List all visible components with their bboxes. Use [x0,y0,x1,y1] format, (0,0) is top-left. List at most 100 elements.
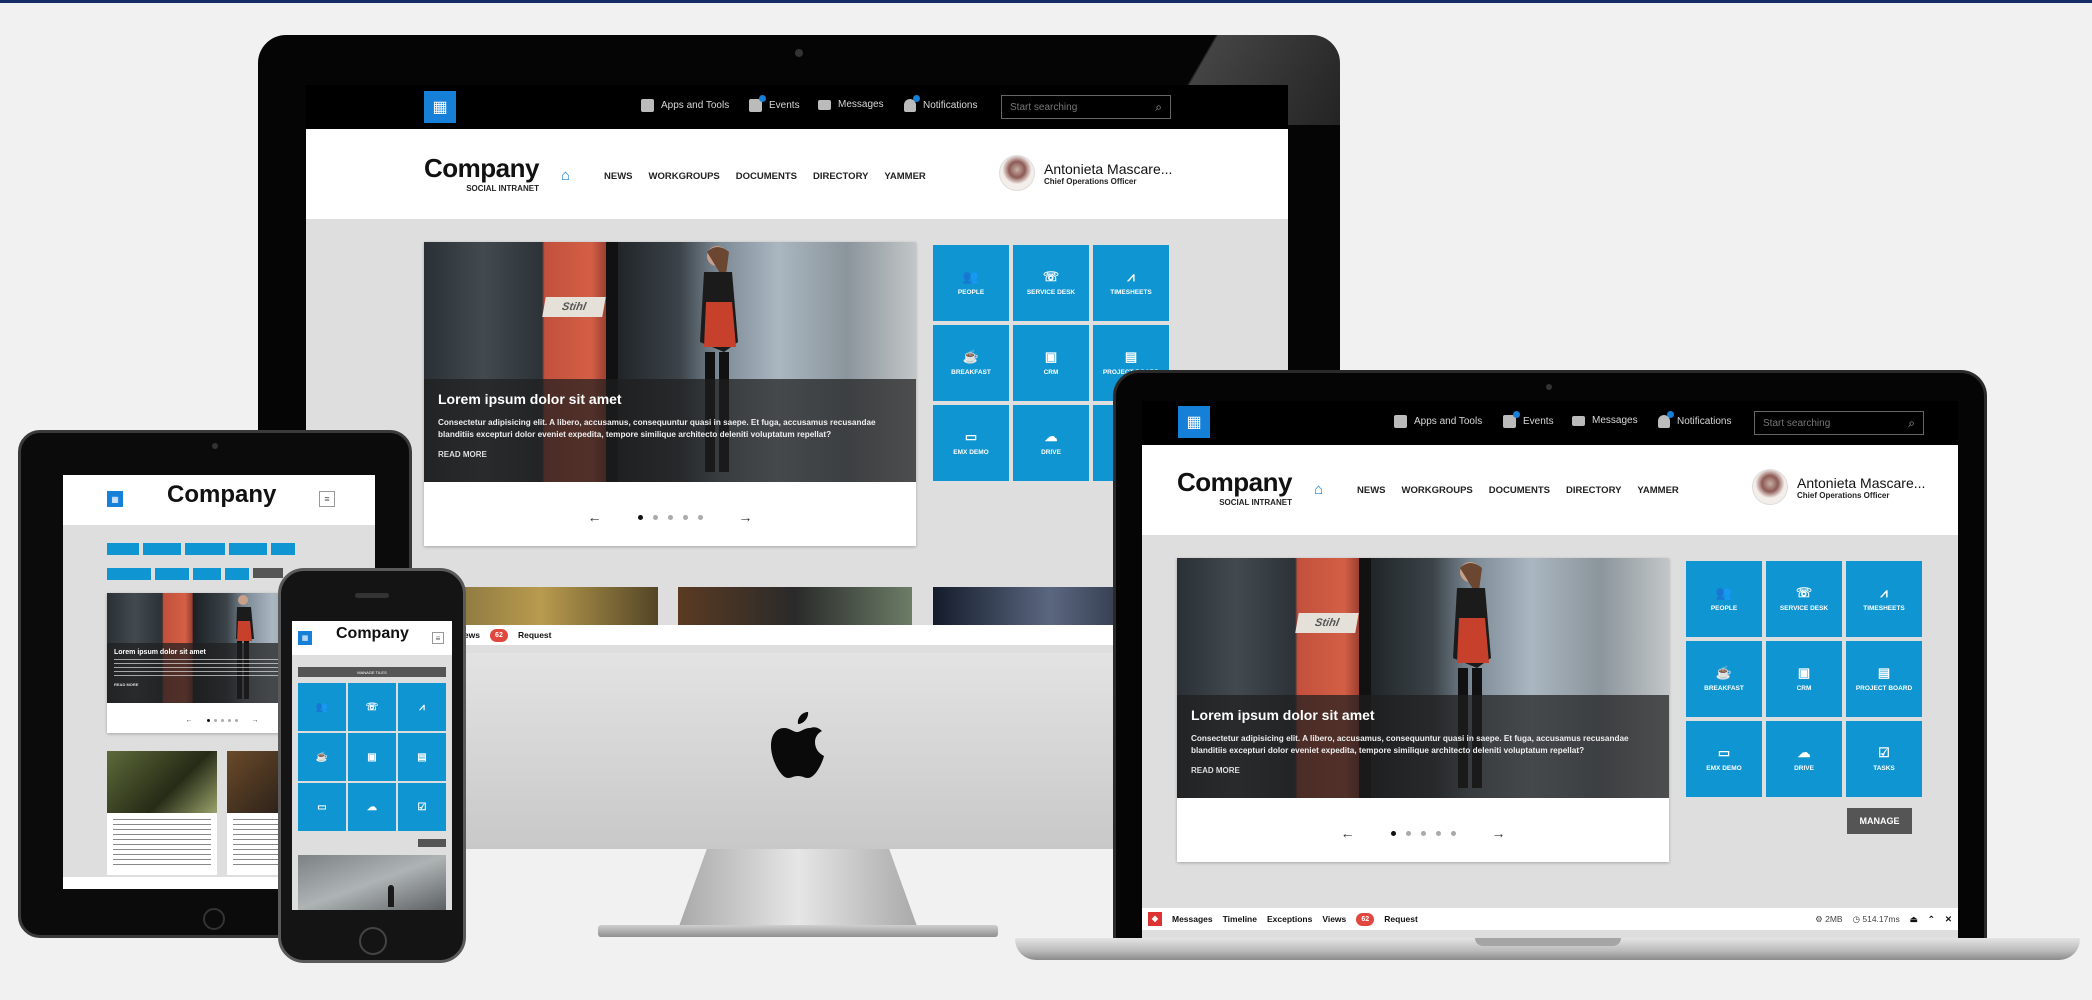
nav-workgroups[interactable]: WORKGROUPS [649,171,720,182]
nav-news[interactable]: NEWS [604,171,633,182]
nav-yammer[interactable]: YAMMER [1637,485,1678,496]
apps-and-tools-link[interactable]: Apps and Tools [641,99,729,112]
next-arrow-icon[interactable]: → [252,717,259,724]
time-readout: ◷ 514.17ms [1852,913,1900,924]
tile-emx-demo[interactable]: ▭ [298,783,346,831]
tile-tasks[interactable]: ☑TASKS [1846,721,1922,797]
debug-views-tab[interactable]: Views [1322,914,1346,924]
debug-messages-tab[interactable]: Messages [1172,914,1213,924]
nav-directory[interactable]: DIRECTORY [813,171,868,182]
pager-dot[interactable] [1405,830,1411,836]
tile-crm[interactable]: ▣ CRM [1766,641,1842,717]
debugbar-logo-icon[interactable]: ◆ [1148,912,1162,926]
carousel-title[interactable]: Lorem ipsum dolor sit amet [1191,707,1655,723]
news-card[interactable] [107,751,217,875]
app-launcher-button[interactable]: ▦ [1178,406,1210,438]
tile-service-desk[interactable]: ☏ SERVICE DESK [1013,245,1089,321]
pager-dot[interactable] [697,514,703,520]
pager-dot[interactable] [1420,830,1426,836]
home-icon[interactable]: ⌂ [561,167,570,184]
debug-close-icon[interactable]: ✕ [1945,914,1952,925]
bell-icon [1658,411,1674,428]
user-profile[interactable]: Antonieta Mascare... Chief Operations Off… [999,155,1172,191]
nav-documents[interactable]: DOCUMENTS [1489,485,1550,496]
nav-yammer[interactable]: YAMMER [884,171,925,182]
tile-breakfast[interactable]: ☕ BREAKFAST [933,325,1009,401]
prev-arrow-icon[interactable]: ← [186,717,193,724]
app-launcher-button[interactable]: ▦ [298,631,312,645]
manage-button[interactable]: MANAGE [1847,808,1912,834]
nav-news[interactable]: NEWS [1357,485,1386,496]
company-brand[interactable]: Company [167,481,276,509]
events-link[interactable]: Events [749,95,800,112]
tile-project-board[interactable]: ▤ [398,733,446,781]
tile-project-board[interactable]: ▤PROJECT BOARD [1846,641,1922,717]
search-input[interactable]: Start searching ⌕ [1001,95,1171,119]
tile-people[interactable]: 👥 PEOPLE [1686,561,1762,637]
notifications-link[interactable]: Notifications [904,95,977,112]
company-brand[interactable]: Company SOCIAL INTRANET [424,153,539,193]
company-brand[interactable]: Company [336,625,409,643]
search-icon[interactable]: ⌕ [1908,416,1915,431]
tile-breakfast[interactable]: ☕ BREAKFAST [1686,641,1762,717]
nav-documents[interactable]: DOCUMENTS [736,171,797,182]
nav-workgroups[interactable]: WORKGROUPS [1402,485,1473,496]
pager-dot[interactable] [637,514,643,520]
notifications-link[interactable]: Notifications [1658,411,1731,428]
tile-timesheets[interactable]: ⩘ [398,683,446,731]
debug-exceptions-tab[interactable]: Exceptions [1267,914,1312,924]
tile-breakfast[interactable]: ☕ [298,733,346,781]
events-link[interactable]: Events [1503,411,1554,428]
read-more-link[interactable]: READ MORE [438,450,902,459]
site-header: Company SOCIAL INTRANET ⌂ NEWS WORKGROUP… [306,129,1288,219]
manage-button[interactable] [418,839,446,847]
read-more-link[interactable]: READ MORE [1191,766,1655,775]
debug-open-icon[interactable]: ⏏ [1910,914,1918,925]
app-launcher-button[interactable]: ▦ [107,491,123,507]
pager-dot[interactable] [1435,830,1441,836]
tile-drive[interactable]: ☁ [348,783,396,831]
manage-button[interactable] [253,568,283,578]
prev-arrow-icon[interactable]: ← [1341,825,1355,841]
user-profile[interactable]: Antonieta Mascare... Chief Operations Off… [1752,469,1925,505]
tile-service-desk[interactable]: ☏ SERVICE DESK [1766,561,1842,637]
app-launcher-button[interactable]: ▦ [424,91,456,123]
pager-dot[interactable] [1450,830,1456,836]
pager-dot[interactable] [667,514,673,520]
search-input[interactable]: Start searching ⌕ [1754,411,1924,435]
messages-link[interactable]: Messages [818,99,884,110]
ipad-home-button[interactable] [203,908,225,930]
next-arrow-icon[interactable]: → [1492,825,1506,841]
news-thumb[interactable] [678,587,912,625]
company-brand[interactable]: Company SOCIAL INTRANET [1177,467,1292,507]
tile-crm[interactable]: ▣ [348,733,396,781]
pager-dot[interactable] [682,514,688,520]
apps-and-tools-link[interactable]: Apps and Tools [1394,415,1482,428]
tile-tasks[interactable]: ☑ [398,783,446,831]
debug-minimize-icon[interactable]: ⌃ [1928,914,1935,925]
tile-drive[interactable]: ☁ DRIVE [1766,721,1842,797]
pager-dot[interactable] [1390,830,1396,836]
home-icon[interactable]: ⌂ [1314,481,1323,498]
debug-request-tab[interactable]: Request [1384,914,1418,924]
debug-timeline-tab[interactable]: Timeline [1223,914,1257,924]
manage-tiles-button[interactable]: MANAGE TILES [298,667,446,677]
search-icon[interactable]: ⌕ [1155,100,1162,115]
tile-emx-demo[interactable]: ▭ EMX DEMO [1686,721,1762,797]
nav-directory[interactable]: DIRECTORY [1566,485,1621,496]
phone-news-image[interactable] [298,855,446,910]
tile-people[interactable]: 👥 PEOPLE [933,245,1009,321]
next-arrow-icon[interactable]: → [739,509,753,525]
pager-dot[interactable] [652,514,658,520]
tile-emx-demo[interactable]: ▭ EMX DEMO [933,405,1009,481]
prev-arrow-icon[interactable]: ← [588,509,602,525]
tile-timesheets[interactable]: ⩘ TIMESHEETS [1846,561,1922,637]
iphone-home-button[interactable] [359,927,387,955]
carousel-title[interactable]: Lorem ipsum dolor sit amet [438,391,902,407]
tile-service-desk[interactable]: ☏ [348,683,396,731]
messages-link[interactable]: Messages [1572,415,1638,426]
tile-timesheets[interactable]: ⩘ TIMESHEETS [1093,245,1169,321]
menu-icon[interactable]: ≡ [319,491,335,507]
menu-icon[interactable]: ≡ [432,632,444,644]
tile-people[interactable]: 👥 [298,683,346,731]
